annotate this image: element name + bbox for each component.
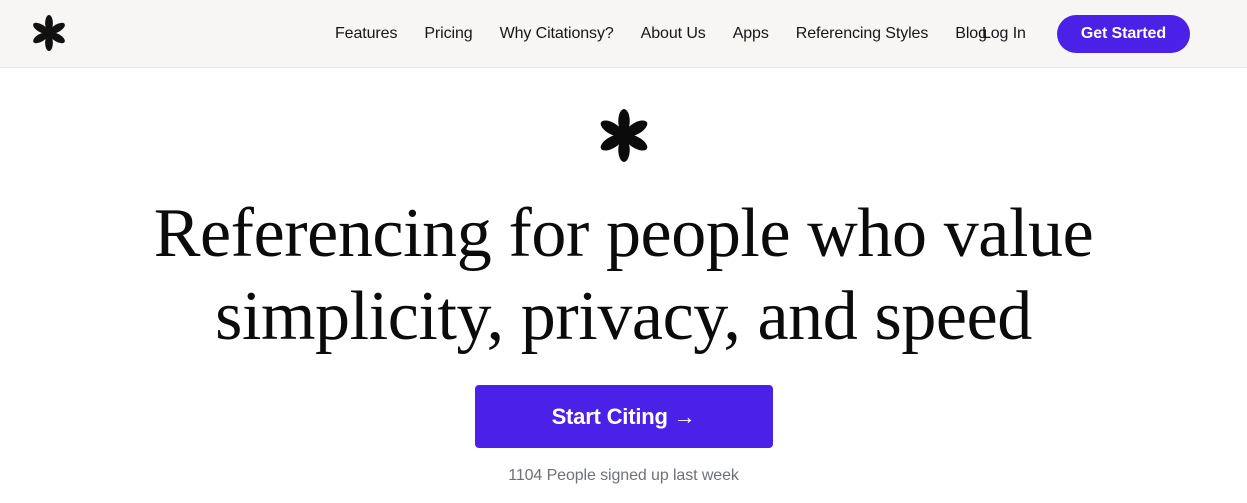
- site-header: Features Pricing Why Citationsy? About U…: [0, 0, 1247, 67]
- asterisk-icon: [33, 15, 65, 51]
- start-citing-button[interactable]: Start Citing →: [474, 385, 773, 449]
- brand-logo[interactable]: [29, 12, 69, 54]
- nav-item-apps[interactable]: Apps: [733, 25, 769, 42]
- landing-page: Features Pricing Why Citationsy? About U…: [0, 0, 1247, 503]
- hero-section: Referencing for people who value simplic…: [0, 68, 1247, 503]
- log-in-link[interactable]: Log In: [982, 25, 1026, 42]
- hero-logo: [596, 107, 652, 163]
- hero-headline: Referencing for people who value simplic…: [124, 193, 1124, 358]
- get-started-button[interactable]: Get Started: [1056, 14, 1190, 53]
- hero-headline-line-1: Referencing for people who value: [153, 195, 1094, 272]
- primary-navigation: Features Pricing Why Citationsy? About U…: [335, 0, 987, 67]
- signup-count-note: 1104 People signed up last week: [508, 467, 739, 485]
- nav-item-pricing[interactable]: Pricing: [424, 25, 472, 42]
- header-auth-actions: Log In Get Started: [982, 0, 1190, 67]
- nav-item-referencing-styles[interactable]: Referencing Styles: [796, 25, 929, 42]
- nav-item-features[interactable]: Features: [335, 25, 397, 42]
- nav-item-about-us[interactable]: About Us: [641, 25, 706, 42]
- hero-headline-line-2: simplicity, privacy, and speed: [215, 277, 1032, 355]
- asterisk-icon: [600, 108, 647, 162]
- nav-item-why-citationsy[interactable]: Why Citationsy?: [500, 25, 614, 42]
